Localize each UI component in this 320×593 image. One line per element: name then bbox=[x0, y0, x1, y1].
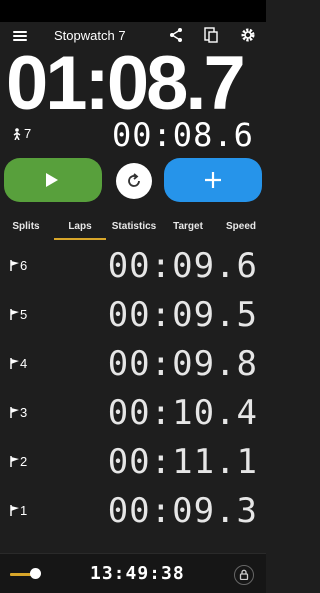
flag-icon bbox=[10, 309, 19, 320]
lap-count-value: 7 bbox=[24, 126, 32, 141]
reset-icon bbox=[128, 173, 140, 187]
lap-number: 3 bbox=[10, 405, 27, 420]
lap-time: 00:09.3 bbox=[107, 491, 258, 531]
lap-row[interactable]: 2 00:11.1 bbox=[0, 438, 266, 486]
flag-icon bbox=[10, 407, 19, 418]
lap-counter: 7 bbox=[12, 126, 31, 141]
lap-row[interactable]: 3 00:10.4 bbox=[0, 389, 266, 437]
tab-splits[interactable]: Splits bbox=[6, 221, 46, 232]
bottom-bar: 13:49:38 bbox=[0, 553, 266, 593]
tab-laps[interactable]: Laps bbox=[58, 221, 102, 232]
lap-number: 6 bbox=[10, 258, 27, 273]
tab-speed[interactable]: Speed bbox=[220, 221, 262, 232]
lap-time: 00:10.4 bbox=[107, 393, 258, 433]
runner-icon bbox=[13, 128, 21, 141]
flag-icon bbox=[10, 505, 19, 516]
start-button[interactable] bbox=[4, 158, 102, 202]
lock-icon[interactable] bbox=[234, 565, 254, 585]
status-bar bbox=[0, 0, 266, 22]
lap-number: 5 bbox=[10, 307, 27, 322]
flag-icon bbox=[10, 456, 19, 467]
current-lap-time: 00:08.6 bbox=[112, 116, 254, 154]
lap-row[interactable]: 4 00:09.8 bbox=[0, 340, 266, 388]
lap-time: 00:09.5 bbox=[107, 295, 258, 335]
lap-time: 00:11.1 bbox=[107, 442, 258, 482]
lap-row[interactable]: 1 00:09.3 bbox=[0, 487, 266, 535]
current-clock: 13:49:38 bbox=[90, 563, 185, 584]
play-icon bbox=[46, 173, 58, 187]
lap-time: 00:09.8 bbox=[107, 344, 258, 384]
flag-icon bbox=[10, 260, 19, 271]
tab-statistics[interactable]: Statistics bbox=[108, 221, 160, 232]
tab-target[interactable]: Target bbox=[166, 221, 210, 232]
reset-button[interactable] bbox=[116, 163, 152, 199]
lap-number: 4 bbox=[10, 356, 27, 371]
lap-time: 00:09.6 bbox=[107, 246, 258, 286]
add-lap-button[interactable] bbox=[164, 158, 262, 202]
brightness-slider-thumb[interactable] bbox=[30, 568, 41, 579]
lap-row[interactable]: 5 00:09.5 bbox=[0, 291, 266, 339]
lap-row[interactable]: 6 00:09.6 bbox=[0, 242, 266, 290]
selected-tab-indicator bbox=[54, 238, 106, 240]
main-elapsed-time: 01:08.7 bbox=[6, 41, 246, 126]
flag-icon bbox=[10, 358, 19, 369]
tab-bar: Splits Laps Statistics Target Speed bbox=[0, 218, 266, 240]
lap-number: 1 bbox=[10, 503, 27, 518]
lap-number: 2 bbox=[10, 454, 27, 469]
plus-icon bbox=[205, 172, 221, 188]
